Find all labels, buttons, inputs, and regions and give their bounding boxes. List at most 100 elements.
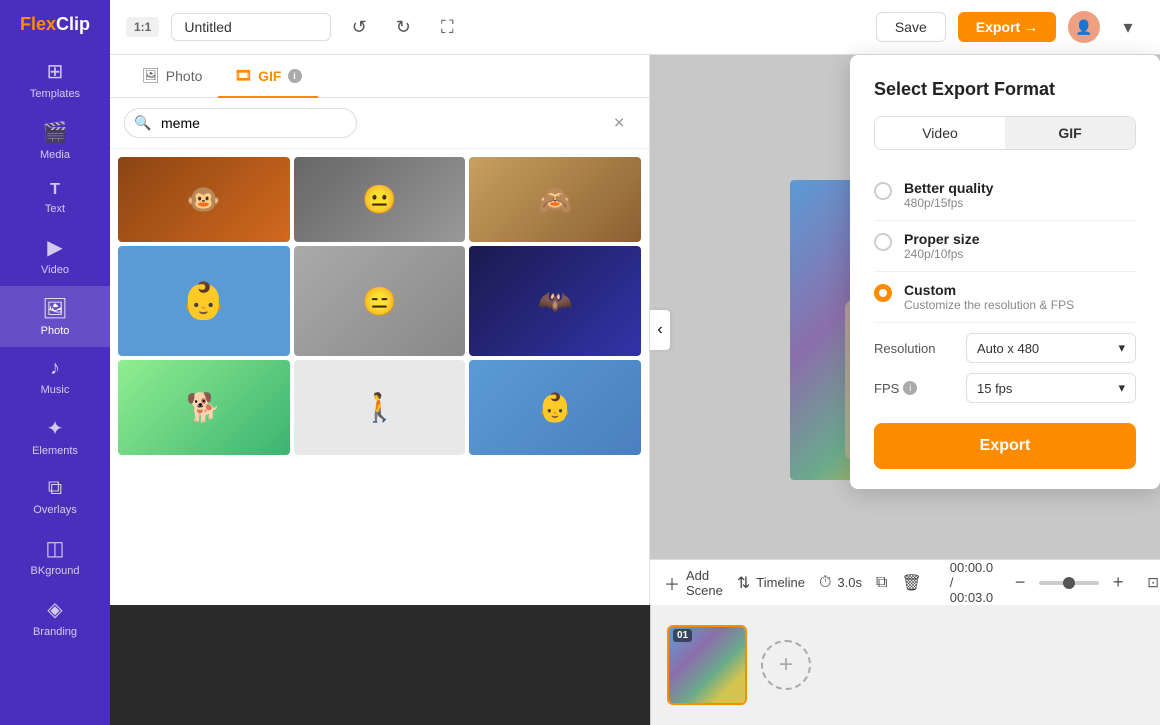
sidebar-item-text[interactable]: T Text [0,171,110,225]
fps-info-icon[interactable]: i [903,381,917,395]
save-button[interactable]: Save [876,12,946,42]
radio-inner [879,289,887,297]
gif-cell-content: 🐵 [118,157,290,242]
radio-custom [874,284,892,302]
gif-item[interactable]: 👶 [469,360,641,455]
fullscreen-button[interactable]: ⛶ [431,11,463,43]
export-button[interactable]: Export → [958,12,1056,42]
duplicate-action[interactable]: ⧉ [876,574,887,592]
tab-gif[interactable]: 🎞 GIF i [218,55,317,98]
gif-item[interactable]: 😑 [294,246,466,356]
scene-thumbnail[interactable]: 01 [667,625,747,705]
zoom-slider[interactable] [1039,581,1099,585]
redo-button[interactable]: ↻ [387,11,419,43]
gif-item[interactable]: 🐕 [118,360,290,455]
undo-button[interactable]: ↺ [343,11,375,43]
gif-item[interactable]: 🚶 [294,360,466,455]
scene-number: 01 [673,629,692,642]
zoom-controls: − + ⊡ [1007,567,1160,599]
sidebar-item-bkground[interactable]: ◫ BKground [0,526,110,587]
gif-item[interactable]: 🐵 [118,157,290,242]
timeline-label: Timeline [756,575,805,590]
add-scene-label: Add Scene [686,568,723,598]
gif-info-icon[interactable]: i [288,69,302,83]
add-scene-action[interactable]: ＋ Add Scene [664,568,723,598]
search-input[interactable] [124,108,357,138]
export-label: Export → [976,19,1038,35]
duration-action[interactable]: ⏱ 3.0s [819,574,862,592]
sidebar-item-label: Photo [41,325,70,337]
tab-photo[interactable]: 🖼 Photo [126,55,218,98]
format-tab-video[interactable]: Video [875,117,1005,149]
gif-item[interactable]: 😐 [294,157,466,242]
duration-icon: ⏱ [819,574,831,592]
clear-search-button[interactable]: ✕ [613,115,625,132]
music-icon: ♪ [50,357,60,380]
zoom-in-button[interactable]: + [1105,570,1131,596]
fps-label: FPS i [874,381,954,396]
bkground-icon: ◫ [46,536,65,561]
timeline-right: 01 [650,605,1160,725]
topbar: 1:1 ↺ ↻ ⛶ Save Export → 👤 ▾ [110,0,1160,55]
sidebar-item-video[interactable]: ▶ Video [0,225,110,286]
zoom-thumb [1063,577,1075,589]
quality-better[interactable]: Better quality 480p/15fps [874,170,1136,221]
sidebar-item-branding[interactable]: ◈ Branding [0,587,110,648]
sidebar-item-label: Video [41,264,69,276]
avatar-dropdown-button[interactable]: ▾ [1112,11,1144,43]
user-avatar[interactable]: 👤 [1068,11,1100,43]
gif-cell-content: 🐕 [118,360,290,455]
sidebar-item-photo[interactable]: 🖼 Photo [0,286,110,347]
export-big-button[interactable]: Export [874,423,1136,469]
timeline-area: 01 [110,605,1160,725]
gif-item[interactable]: 👶 [118,246,290,356]
timeline-action[interactable]: ⇅ Timeline [737,573,805,593]
panel-tabs: 🖼 Photo 🎞 GIF i [110,55,649,98]
sidebar-item-templates[interactable]: ⊞ Templates [0,49,110,110]
sidebar-item-overlays[interactable]: ⧉ Overlays [0,467,110,526]
modal-title: Select Export Format [874,79,1136,100]
sidebar-item-media[interactable]: 🎬 Media [0,110,110,171]
photo-icon: 🖼 [42,296,67,321]
elements-icon: ✦ [47,416,64,441]
logo-flex: Flex [20,14,56,35]
resolution-select[interactable]: Auto x 480 ▾ [966,333,1136,363]
video-icon: ▶ [47,235,62,260]
export-modal: Select Export Format Video GIF Better qu… [850,55,1160,489]
media-icon: 🎬 [43,120,68,145]
add-scene-button[interactable]: + [761,640,811,690]
gif-item[interactable]: 🙈 [469,157,641,242]
ratio-badge: 1:1 [126,17,159,37]
text-icon: T [50,181,60,199]
gif-item[interactable]: 🦇 [469,246,641,356]
fit-screen-button[interactable]: ⊡ [1137,567,1160,599]
quality-better-label: Better quality [904,180,993,196]
delete-action[interactable]: 🗑 [901,573,921,593]
search-icon: 🔍 [134,115,151,132]
sidebar-item-label: Text [45,203,65,215]
sidebar-item-music[interactable]: ♪ Music [0,347,110,406]
quality-custom[interactable]: Custom Customize the resolution & FPS [874,272,1136,323]
gif-cell-content: 🙈 [469,157,641,242]
photo-tab-icon: 🖼 [142,67,160,84]
radio-proper [874,233,892,251]
resolution-chevron: ▾ [1118,340,1125,356]
logo-clip: Clip [56,14,90,35]
duplicate-icon: ⧉ [876,574,887,592]
zoom-out-button[interactable]: − [1007,570,1033,596]
sidebar-item-label: Branding [33,626,77,638]
panel-collapse-button[interactable]: ‹ [650,310,670,350]
format-tab-gif[interactable]: GIF [1005,117,1135,149]
quality-custom-sub: Customize the resolution & FPS [904,298,1074,312]
fps-select[interactable]: 15 fps ▾ [966,373,1136,403]
sidebar-item-elements[interactable]: ✦ Elements [0,406,110,467]
search-bar: 🔍 ✕ [110,98,649,149]
quality-proper-text: Proper size 240p/10fps [904,231,979,261]
quality-proper[interactable]: Proper size 240p/10fps [874,221,1136,272]
gif-cell-content: 👶 [469,360,641,455]
project-title-input[interactable] [171,13,331,41]
sidebar-item-label: Music [41,384,70,396]
format-tabs: Video GIF [874,116,1136,150]
duration-value: 3.0s [837,575,862,590]
canvas-toolbar: ＋ Add Scene ⇅ Timeline ⏱ 3.0s ⧉ 🗑 00:00.… [650,559,1160,605]
